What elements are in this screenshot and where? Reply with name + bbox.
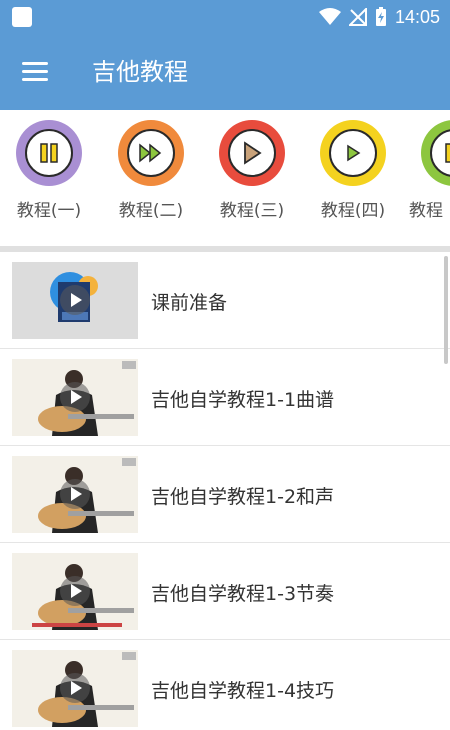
category-ring — [320, 120, 386, 186]
lesson-title: 课前准备 — [151, 292, 228, 314]
play-icon — [60, 285, 90, 315]
category-label: 教程 — [409, 201, 443, 221]
video-thumbnail — [12, 262, 138, 339]
play-icon — [244, 141, 262, 165]
battery-charging-icon — [375, 7, 386, 26]
category-label: 教程(四) — [320, 201, 386, 221]
page-title: 吉他教程 — [92, 58, 188, 86]
wifi-icon — [318, 8, 341, 25]
list-item[interactable]: 课前准备 — [0, 252, 450, 349]
status-icons: 14:05 — [318, 4, 440, 30]
no-signal-icon — [348, 8, 367, 26]
list-item[interactable]: 吉他自学教程1-4技巧 — [0, 640, 450, 730]
category-ring — [118, 120, 184, 186]
list-item[interactable]: 吉他自学教程1-3节奏 — [0, 543, 450, 640]
category-label: 教程(一) — [16, 201, 82, 221]
pause-icon — [40, 143, 58, 163]
category-item-2[interactable]: 教程(二) — [106, 116, 196, 231]
notification-icon — [12, 7, 32, 27]
hamburger-menu-icon[interactable] — [22, 62, 48, 82]
play-icon — [60, 479, 90, 509]
scrollbar[interactable] — [444, 256, 448, 364]
category-ring — [421, 120, 450, 186]
status-bar: 14:05 — [0, 0, 450, 34]
list-item[interactable]: 吉他自学教程1-2和声 — [0, 446, 450, 543]
category-item-3[interactable]: 教程(三) — [207, 116, 297, 231]
list-item[interactable]: 吉他自学教程1-1曲谱 — [0, 349, 450, 446]
lesson-title: 吉他自学教程1-4技巧 — [151, 680, 335, 702]
video-thumbnail — [12, 553, 138, 630]
category-ring — [16, 120, 82, 186]
play-icon — [60, 576, 90, 606]
video-thumbnail — [12, 650, 138, 727]
pause-icon — [445, 143, 450, 163]
category-item-5[interactable]: 教程 — [409, 116, 450, 231]
app-bar: 吉他教程 — [0, 34, 450, 110]
video-thumbnail — [12, 456, 138, 533]
play-icon — [347, 144, 361, 162]
video-thumbnail — [12, 359, 138, 436]
play-icon — [60, 673, 90, 703]
fast-forward-icon — [139, 143, 162, 163]
category-label: 教程(二) — [118, 201, 184, 221]
play-icon — [60, 382, 90, 412]
category-item-1[interactable]: 教程(一) — [4, 116, 94, 231]
lesson-title: 吉他自学教程1-2和声 — [151, 486, 335, 508]
lesson-list[interactable]: 课前准备 吉他自学教程1-1曲谱 吉他自学教程1-2和声 吉他自学教程1-3节奏… — [0, 252, 450, 730]
category-item-4[interactable]: 教程(四) — [308, 116, 398, 231]
category-strip[interactable]: 教程(一) 教程(二) 教程(三) 教程(四) 教程 — [0, 110, 450, 242]
category-label: 教程(三) — [219, 201, 285, 221]
category-ring — [219, 120, 285, 186]
lesson-title: 吉他自学教程1-3节奏 — [151, 583, 335, 605]
lesson-title: 吉他自学教程1-1曲谱 — [151, 389, 335, 411]
clock: 14:05 — [394, 6, 440, 27]
